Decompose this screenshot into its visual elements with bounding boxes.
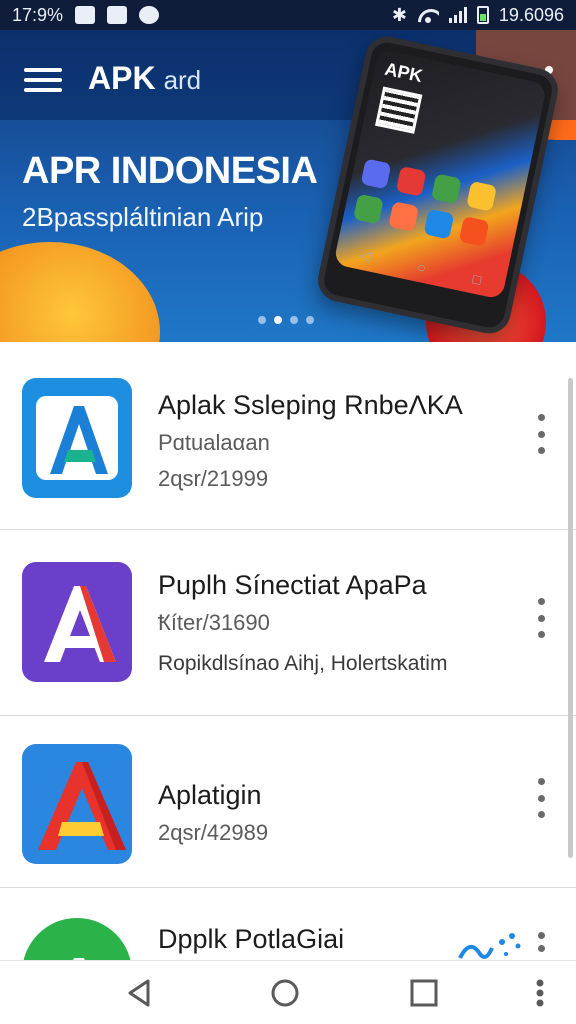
banner-heading: APR INDONESIA: [22, 150, 318, 192]
app-title: Dpplk PotlaGiai: [158, 924, 345, 954]
overflow-menu-icon[interactable]: [532, 778, 550, 818]
list-item[interactable]: Puplh Sínectiat ApaPa Ҟíter/31690 Ropikd…: [0, 530, 576, 716]
status-bar: 17:9% ✱ 19.6096: [0, 0, 576, 30]
overflow-menu-icon[interactable]: [532, 932, 550, 952]
bluetooth-icon: ✱: [391, 4, 407, 25]
app-meta: 2ɋsr/21999: [158, 466, 269, 491]
app-subtitle: Pɑtualaαan: [158, 430, 270, 455]
app-meta: Ropikdlsínao Aihj, Holertskatim: [158, 652, 448, 675]
carousel-dot[interactable]: [306, 316, 314, 324]
scrollbar[interactable]: [568, 378, 573, 858]
back-icon[interactable]: [122, 975, 158, 1011]
app-title: Aplatigin: [158, 780, 262, 810]
banner-orange-shape: [0, 242, 160, 342]
battery-icon: [476, 6, 489, 24]
system-nav-bar: [0, 960, 576, 1024]
signal-icon: [448, 7, 467, 23]
list-item[interactable]: Aplak Ssleping RnbeΛKA Pɑtualaαan 2ɋsr/2…: [0, 342, 576, 530]
app-title: Puplh Sínectiat ApaPa: [158, 570, 427, 600]
overflow-menu-icon[interactable]: [532, 414, 550, 454]
overflow-menu-icon[interactable]: [532, 598, 550, 638]
purple-a-app-icon[interactable]: [22, 562, 132, 682]
home-icon[interactable]: [267, 975, 303, 1011]
recents-icon[interactable]: [406, 975, 442, 1011]
status-bar-right: ✱ 19.6096: [392, 5, 564, 26]
image-icon: [75, 6, 96, 24]
app-list: Aplak Ssleping RnbeΛKA Pɑtualaαan 2ɋsr/2…: [0, 342, 576, 988]
carousel-indicator[interactable]: [258, 316, 314, 324]
more-icon[interactable]: [531, 975, 567, 1011]
blue-a-app-icon[interactable]: [22, 378, 132, 498]
app-title: APK ard: [88, 60, 201, 97]
banner-subheading: 2Bpasspláltinian Arip: [22, 202, 264, 232]
notification-icon: [139, 6, 160, 24]
app-title-main: APK: [88, 60, 156, 96]
carousel-dot[interactable]: [290, 316, 298, 324]
phone-nav: ◁ ○ □: [358, 246, 483, 288]
app-title-secondary: ard: [163, 65, 202, 95]
phone-screen: APK ◁ ○ □: [333, 48, 548, 300]
wifi-icon: [417, 7, 439, 23]
app-subtitle: 2ɋsr/42989: [158, 820, 269, 845]
hamburger-menu-icon[interactable]: [24, 68, 62, 92]
app-title: Aplak Ssleping RnbeΛKA: [158, 390, 463, 420]
phone-label: APK: [382, 58, 425, 87]
qr-code-icon: [374, 86, 423, 134]
list-item[interactable]: Aplatigin 2ɋsr/42989: [0, 716, 576, 888]
carousel-dot[interactable]: [258, 316, 266, 324]
app-subtitle: Ҟíter/31690: [158, 610, 270, 635]
red-a-app-icon[interactable]: [22, 744, 132, 864]
phone-app-grid: [353, 158, 498, 247]
status-time: 17:9%: [12, 4, 64, 25]
message-icon: [107, 6, 128, 24]
carousel-dot[interactable]: [274, 316, 282, 324]
status-clock: 19.6096: [498, 4, 564, 25]
hero-banner[interactable]: APK ard APK ◁ ○ □ APR INDONESIA 2Bpassplál…: [0, 30, 576, 342]
status-bar-left: 17:9%: [12, 4, 160, 26]
